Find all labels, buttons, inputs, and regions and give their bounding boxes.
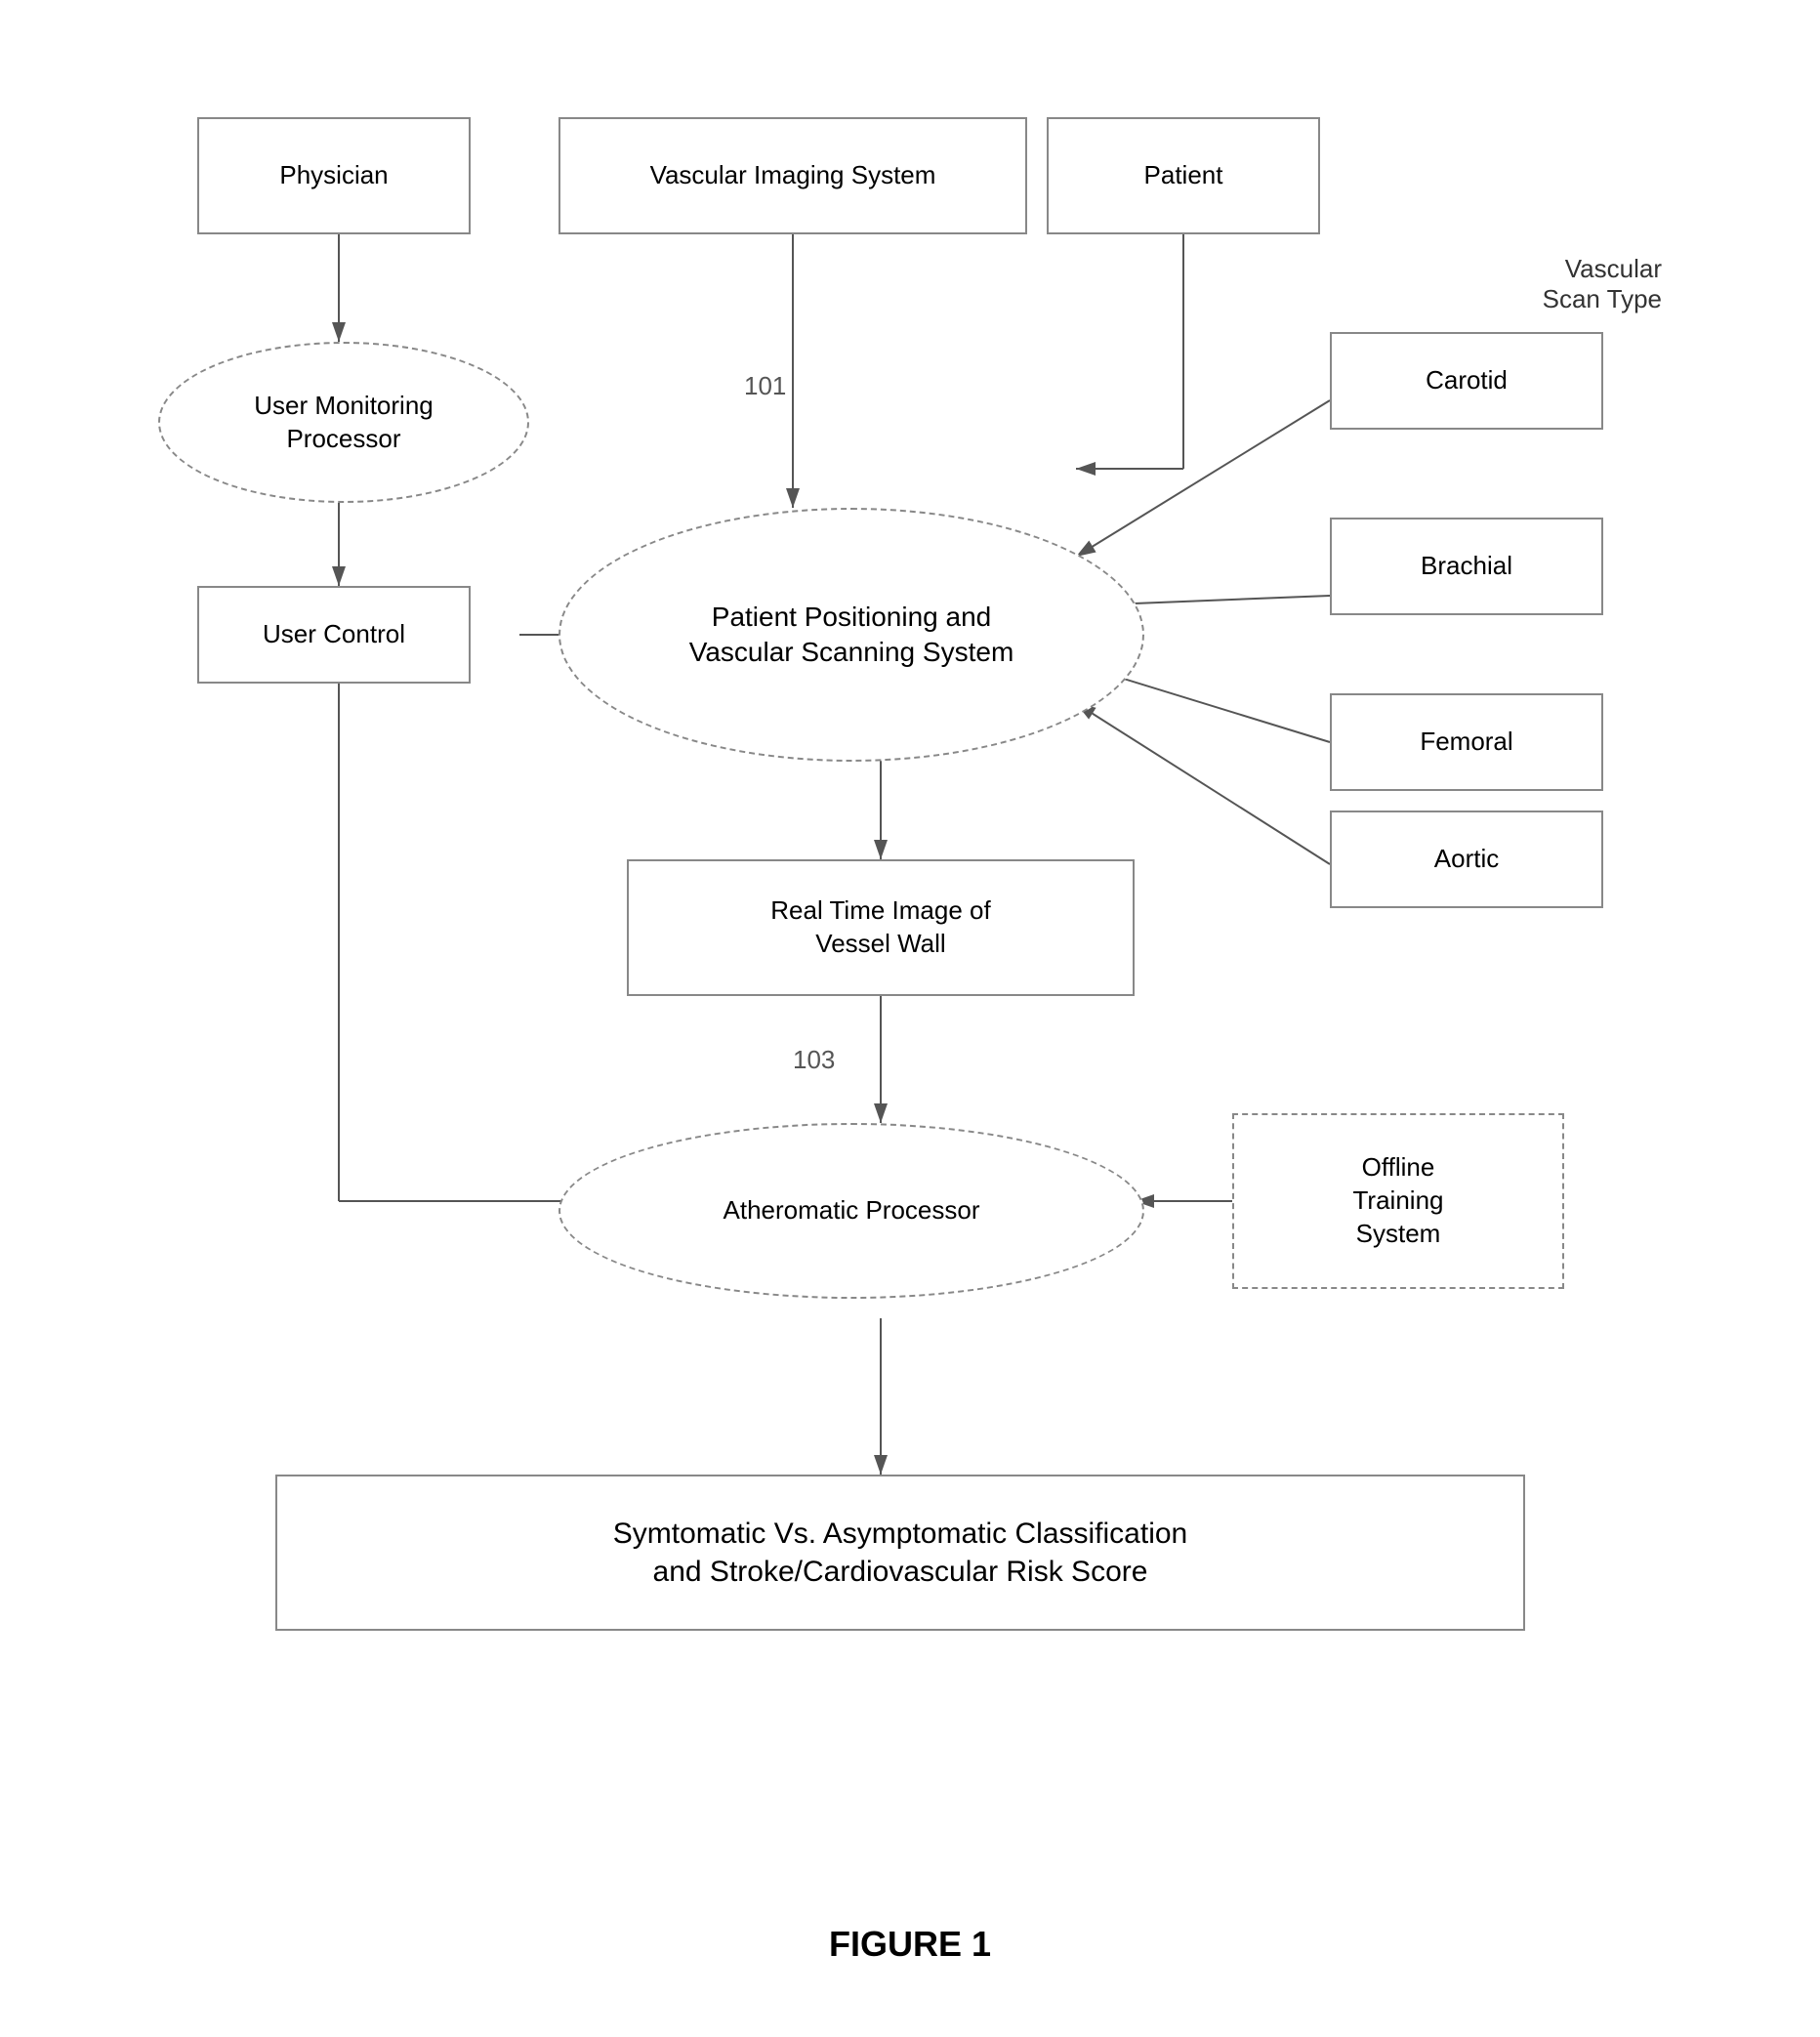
vascular-scan-type-label: Vascular Scan Type bbox=[1330, 254, 1662, 314]
classification-box: Symtomatic Vs. Asymptomatic Classificati… bbox=[275, 1475, 1525, 1631]
femoral-label: Femoral bbox=[1420, 726, 1512, 759]
user-control-label: User Control bbox=[263, 618, 405, 651]
real-time-image-box: Real Time Image of Vessel Wall bbox=[627, 859, 1135, 996]
patient-positioning-label: Patient Positioning and Vascular Scannin… bbox=[689, 600, 1014, 671]
ref-101: 101 bbox=[744, 371, 786, 401]
ref-103: 103 bbox=[793, 1045, 835, 1075]
carotid-label: Carotid bbox=[1426, 364, 1508, 397]
patient-label: Patient bbox=[1144, 159, 1223, 192]
aortic-box: Aortic bbox=[1330, 811, 1603, 908]
diagram-container: Physician Vascular Imaging System Patien… bbox=[80, 39, 1740, 1894]
real-time-image-label: Real Time Image of Vessel Wall bbox=[770, 894, 990, 961]
classification-label: Symtomatic Vs. Asymptomatic Classificati… bbox=[613, 1515, 1188, 1591]
vascular-imaging-label: Vascular Imaging System bbox=[650, 159, 936, 192]
user-monitoring-label: User Monitoring Processor bbox=[254, 390, 434, 456]
brachial-label: Brachial bbox=[1421, 550, 1512, 583]
atheromatic-ellipse: Atheromatic Processor bbox=[558, 1123, 1144, 1299]
patient-box: Patient bbox=[1047, 117, 1320, 234]
patient-positioning-ellipse: Patient Positioning and Vascular Scannin… bbox=[558, 508, 1144, 762]
vascular-imaging-box: Vascular Imaging System bbox=[558, 117, 1027, 234]
femoral-box: Femoral bbox=[1330, 693, 1603, 791]
physician-box: Physician bbox=[197, 117, 471, 234]
offline-training-label: Offline Training System bbox=[1353, 1151, 1444, 1250]
figure-caption: FIGURE 1 bbox=[829, 1924, 991, 1965]
brachial-box: Brachial bbox=[1330, 518, 1603, 615]
offline-training-box: Offline Training System bbox=[1232, 1113, 1564, 1289]
atheromatic-label: Atheromatic Processor bbox=[724, 1194, 980, 1227]
user-control-box: User Control bbox=[197, 586, 471, 684]
physician-label: Physician bbox=[279, 159, 388, 192]
user-monitoring-ellipse: User Monitoring Processor bbox=[158, 342, 529, 503]
carotid-box: Carotid bbox=[1330, 332, 1603, 430]
aortic-label: Aortic bbox=[1434, 843, 1499, 876]
